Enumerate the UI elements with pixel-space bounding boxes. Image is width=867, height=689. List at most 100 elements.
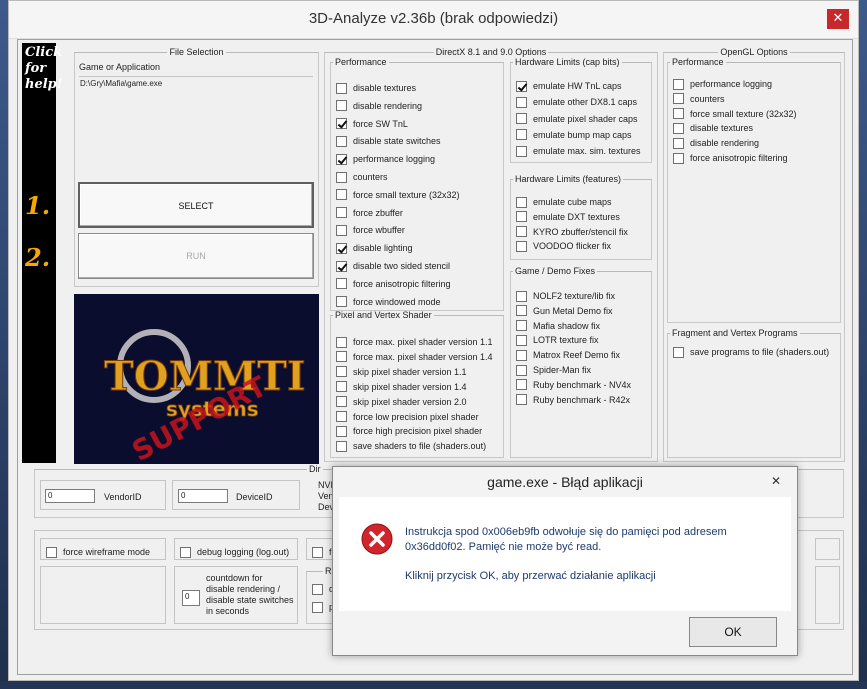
checkbox-square — [516, 334, 527, 346]
select-button[interactable]: SELECT — [78, 182, 314, 228]
gl-perf-label-0: performance logging — [690, 79, 773, 89]
title-bar[interactable]: 3D-Analyze v2.36b (brak odpowiedzi) ✕ — [9, 1, 858, 39]
dx-feature-checkbox-1[interactable]: emulate DXT textures — [516, 210, 620, 224]
dx-perf-checkbox-3[interactable]: disable state switches — [336, 134, 441, 148]
run-button[interactable]: RUN — [78, 233, 314, 279]
gl-perf-checkbox-1[interactable]: counters — [673, 92, 725, 106]
dx-perf-label-11: force anisotropic filtering — [353, 278, 451, 289]
dx-perf-label-10: disable two sided stencil — [353, 261, 451, 271]
checkbox-square — [516, 349, 527, 361]
checkbox-square — [336, 278, 347, 290]
checkbox-square — [673, 152, 684, 164]
dx-caps-checkbox-4[interactable]: emulate max. sim. textures — [516, 144, 641, 158]
dx-fix-checkbox-0[interactable]: NOLF2 texture/lib fix — [516, 289, 615, 303]
dx-perf-checkbox-2[interactable]: force SW TnL — [336, 117, 408, 131]
window-close-button[interactable]: ✕ — [827, 9, 849, 29]
dx-fix-checkbox-3[interactable]: LOTR texture fix — [516, 333, 599, 347]
ids-legend: Dir — [309, 464, 321, 474]
checkbox-square — [673, 122, 684, 134]
gl-perf-checkbox-2[interactable]: force small texture (32x32) — [673, 107, 797, 121]
dx-perf-checkbox-8[interactable]: force wbuffer — [336, 223, 405, 237]
ok-button[interactable]: OK — [689, 617, 777, 647]
dx-shader-checkbox-4[interactable]: skip pixel shader version 2.0 — [336, 395, 467, 409]
gl-perf-checkbox-4[interactable]: disable rendering — [673, 136, 759, 150]
dx-perf-checkbox-0[interactable]: disable textures — [336, 81, 416, 95]
dx-shader-label-6: force high precision pixel shader — [353, 426, 483, 437]
dx-caps-label-2: emulate pixel shader caps — [533, 113, 638, 124]
dx-perf-checkbox-5[interactable]: counters — [336, 170, 388, 184]
dx-perf-checkbox-11[interactable]: force anisotropic filtering — [336, 277, 451, 291]
checkbox-square — [336, 135, 347, 147]
dx-fix-checkbox-4[interactable]: Matrox Reef Demo fix — [516, 348, 620, 362]
checkbox-square — [516, 226, 527, 238]
checkbox-square — [336, 82, 347, 94]
dx-caps-checkbox-2[interactable]: emulate pixel shader caps — [516, 112, 638, 126]
checkbox-square — [312, 583, 323, 595]
gl-perf-label-3: disable textures — [690, 123, 754, 134]
dx-fix-checkbox-6[interactable]: Ruby benchmark - NV4x — [516, 378, 631, 392]
desktop-edge-left — [0, 0, 8, 689]
dx-feature-label-1: emulate DXT textures — [533, 211, 620, 222]
device-id-input[interactable]: 0 — [178, 489, 228, 503]
dx-perf-checkbox-1[interactable]: disable rendering — [336, 99, 422, 113]
dx-shader-checkbox-7[interactable]: save shaders to file (shaders.out) — [336, 439, 486, 453]
checkbox-square — [336, 440, 347, 452]
dx-caps-label-0: emulate HW TnL caps — [533, 81, 622, 91]
dx-perf-checkbox-4[interactable]: performance logging — [336, 152, 435, 166]
dx-fix-checkbox-5[interactable]: Spider-Man fix — [516, 363, 591, 377]
dx-feature-checkbox-3[interactable]: VOODOO flicker fix — [516, 239, 611, 253]
dx-shader-checkbox-3[interactable]: skip pixel shader version 1.4 — [336, 380, 467, 394]
application-path-box[interactable]: D:\Gry\Mafia\game.exe — [79, 76, 313, 176]
dx-shader-label-0: force max. pixel shader version 1.1 — [353, 337, 493, 347]
dx-perf-checkbox-9[interactable]: disable lighting — [336, 241, 413, 255]
dx-caps-checkbox-3[interactable]: emulate bump map caps — [516, 128, 632, 142]
dx-feature-checkbox-2[interactable]: KYRO zbuffer/stencil fix — [516, 225, 628, 239]
checkbox-square — [336, 381, 347, 393]
gl-perf-checkbox-3[interactable]: disable textures — [673, 121, 753, 135]
dx-features-legend: Hardware Limits (features) — [515, 174, 622, 184]
dx-fix-checkbox-2[interactable]: Mafia shadow fix — [516, 319, 600, 333]
checkbox-square — [336, 171, 347, 183]
dx-shader-checkbox-6[interactable]: force high precision pixel shader — [336, 424, 482, 438]
gl-perf-checkbox-0[interactable]: performance logging — [673, 77, 772, 91]
dx-fixes-legend: Game / Demo Fixes — [515, 266, 596, 276]
dx-shader-label-4: skip pixel shader version 2.0 — [353, 396, 467, 407]
checkbox-square — [516, 290, 527, 302]
checkbox-square — [336, 336, 347, 348]
dx-perf-checkbox-7[interactable]: force zbuffer — [336, 206, 403, 220]
dx-perf-checkbox-10[interactable]: disable two sided stencil — [336, 259, 450, 273]
checkbox-square — [516, 320, 527, 332]
dx-fix-checkbox-7[interactable]: Ruby benchmark - R42x — [516, 393, 630, 407]
checkbox-square — [336, 153, 347, 165]
force-wireframe-checkbox[interactable]: force wireframe mode — [46, 545, 150, 559]
dialog-close-button[interactable]: ✕ — [761, 471, 791, 491]
dx-shader-checkbox-0[interactable]: force max. pixel shader version 1.1 — [336, 335, 493, 349]
dx-caps-checkbox-1[interactable]: emulate other DX8.1 caps — [516, 95, 637, 109]
countdown-input[interactable]: 0 — [182, 590, 200, 606]
checkbox-square — [336, 260, 347, 272]
gl-perf-checkbox-5[interactable]: force anisotropic filtering — [673, 151, 788, 165]
dx-caps-checkbox-0[interactable]: emulate HW TnL caps — [516, 79, 622, 93]
checkbox-square — [312, 546, 323, 558]
dx-shader-label-3: skip pixel shader version 1.4 — [353, 381, 467, 392]
dx-shader-checkbox-2[interactable]: skip pixel shader version 1.1 — [336, 365, 467, 379]
dx-perf-label-4: performance logging — [353, 154, 436, 165]
step-1-label: 1. — [25, 191, 51, 220]
vendor-id-input[interactable]: 0 — [45, 489, 95, 503]
dx-perf-checkbox-12[interactable]: force windowed mode — [336, 295, 441, 309]
dx-perf-checkbox-6[interactable]: force small texture (32x32) — [336, 188, 460, 202]
debug-logging-checkbox[interactable]: debug logging (log.out) — [180, 545, 289, 559]
dx-feature-checkbox-0[interactable]: emulate cube maps — [516, 195, 612, 209]
dx-shader-checkbox-5[interactable]: force low precision pixel shader — [336, 410, 479, 424]
checkbox-square — [673, 93, 684, 105]
click-for-help-panel[interactable]: Click for help! 1. 2. — [22, 43, 63, 463]
gl-frag-checkbox-0[interactable]: save programs to file (shaders.out) — [673, 345, 829, 359]
dx-fix-label-6: Ruby benchmark - NV4x — [533, 379, 632, 390]
help-line-1: Click — [25, 45, 63, 60]
error-dialog: game.exe - Błąd aplikacji ✕ Instrukcja s… — [332, 466, 798, 656]
dx-fix-checkbox-1[interactable]: Gun Metal Demo fix — [516, 304, 613, 318]
dx-shader-checkbox-1[interactable]: force max. pixel shader version 1.4 — [336, 350, 493, 364]
checkbox-square — [516, 80, 527, 92]
gl-perf-label-1: counters — [690, 93, 725, 104]
checkbox-square — [516, 96, 527, 108]
